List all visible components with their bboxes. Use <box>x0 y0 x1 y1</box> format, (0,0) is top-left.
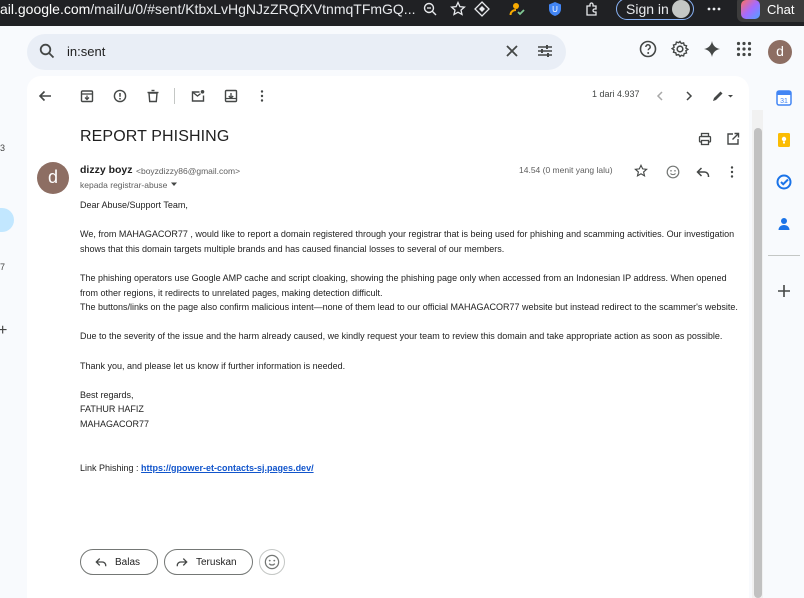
emoji-react-button[interactable] <box>259 549 285 575</box>
recipient-line[interactable]: kepada registrar-abuse <box>80 180 178 190</box>
search-bar[interactable] <box>27 34 566 70</box>
forward-button[interactable]: Teruskan <box>164 549 253 575</box>
chat-label: Chat <box>767 1 795 17</box>
url-domain: ail.google.com <box>0 1 91 17</box>
more-menu-icon[interactable] <box>706 1 722 17</box>
body-paragraph: Thank you, and please let us know if fur… <box>80 360 346 371</box>
profile-avatar-icon <box>672 0 690 18</box>
email-timestamp: 14.54 (0 menit yang lalu) <box>519 165 613 175</box>
reply-button[interactable]: Balas <box>80 549 158 575</box>
tasks-icon[interactable] <box>776 174 792 190</box>
gemini-sparkle-icon[interactable] <box>703 40 721 63</box>
sender-name[interactable]: dizzy boyz <box>80 164 133 176</box>
body-paragraph: Due to the severity of the issue and the… <box>80 331 723 342</box>
nav-active-item[interactable] <box>0 208 14 232</box>
apps-grid-icon[interactable] <box>735 40 753 63</box>
message-more-icon[interactable] <box>724 164 740 180</box>
sign-in-button[interactable]: Sign in <box>616 0 694 20</box>
star-icon[interactable] <box>633 163 649 179</box>
body-paragraph: The phishing operators use Google AMP ca… <box>80 272 727 298</box>
sender-avatar[interactable]: d <box>37 162 69 194</box>
emoji-icon <box>264 554 280 570</box>
reply-icon <box>95 558 107 567</box>
account-avatar[interactable]: d <box>768 40 792 64</box>
archive-icon[interactable] <box>79 88 95 104</box>
settings-gear-icon[interactable] <box>670 40 690 63</box>
nav-count: 3 <box>0 143 6 153</box>
copilot-logo-icon <box>741 0 760 19</box>
bookmark-star-icon[interactable] <box>450 1 466 17</box>
body-paragraph: The buttons/links on the page also confi… <box>80 302 738 313</box>
search-icon[interactable] <box>39 43 55 64</box>
browser-toolbar: ail.google.com/mail/u/0/#sent/KtbxLvHgNJ… <box>0 0 804 26</box>
reply-arrow-icon[interactable] <box>695 164 711 180</box>
move-to-icon[interactable] <box>223 88 239 104</box>
address-bar[interactable]: ail.google.com/mail/u/0/#sent/KtbxLvHgNJ… <box>0 1 415 17</box>
print-icon[interactable] <box>697 131 713 147</box>
email-subject: REPORT PHISHING <box>80 128 230 145</box>
phishing-link-line: Link Phishing : https://gpower-et-contac… <box>80 461 744 476</box>
clear-search-icon[interactable] <box>504 43 520 64</box>
phishing-link[interactable]: https://gpower-et-contacts-sj.pages.dev/ <box>141 463 314 473</box>
recipient-label: kepada registrar-abuse <box>80 180 168 190</box>
back-arrow-icon[interactable] <box>37 88 53 104</box>
search-input[interactable] <box>67 44 487 59</box>
svg-text:31: 31 <box>780 98 788 105</box>
mark-unread-icon[interactable] <box>190 88 206 104</box>
sender-email: <boyzdizzy86@gmail.com> <box>136 166 241 176</box>
zoom-icon[interactable] <box>422 1 438 17</box>
emoji-reaction-icon[interactable] <box>665 164 681 180</box>
sign-in-label: Sign in <box>626 1 669 17</box>
scrollbar-thumb[interactable] <box>754 128 762 598</box>
toolbar-divider <box>174 88 175 104</box>
extensions-puzzle-icon[interactable] <box>584 1 600 17</box>
search-options-icon[interactable] <box>537 43 553 64</box>
newer-chevron-left-icon[interactable] <box>652 88 668 104</box>
email-body: Dear Abuse/Support Team, We, from MAHAGA… <box>80 198 744 475</box>
keep-notes-icon[interactable] <box>776 132 792 148</box>
email-view: 1 dari 4.937 REPORT PHISHING d dizzy boy… <box>27 76 749 598</box>
reply-label: Balas <box>115 556 141 568</box>
profile-check-icon[interactable] <box>509 1 525 17</box>
body-greeting: Dear Abuse/Support Team, <box>80 200 188 210</box>
svg-text:U: U <box>552 5 558 14</box>
add-label-icon[interactable]: + <box>0 322 7 340</box>
extension-diamond-icon[interactable] <box>474 1 490 17</box>
nav-count: 7 <box>0 262 6 272</box>
forward-icon <box>176 558 188 567</box>
help-icon[interactable] <box>639 40 657 63</box>
message-count: 1 dari 4.937 <box>592 89 640 99</box>
more-options-icon[interactable] <box>254 88 270 104</box>
open-new-window-icon[interactable] <box>725 131 741 147</box>
expand-details-icon[interactable] <box>170 180 178 188</box>
signature-line: MAHAGACOR77 <box>80 418 150 429</box>
forward-label: Teruskan <box>196 556 237 568</box>
delete-trash-icon[interactable] <box>145 88 161 104</box>
signature-line: FATHUR HAFIZ <box>80 404 144 415</box>
link-label: Link Phishing : <box>80 462 142 473</box>
signature-line: Best regards, <box>80 389 134 400</box>
body-paragraph: We, from MAHAGACOR77 , would like to rep… <box>80 229 735 254</box>
report-spam-icon[interactable] <box>112 88 128 104</box>
older-chevron-right-icon[interactable] <box>681 88 697 104</box>
url-path: /mail/u/0/#sent/KtbxLvHgNJzZRQfXVtnmqTFm… <box>90 1 416 17</box>
add-addon-icon[interactable] <box>776 283 792 299</box>
contacts-icon[interactable] <box>776 216 792 232</box>
input-tools-pen-icon[interactable] <box>710 88 736 104</box>
side-panel-divider <box>768 255 800 256</box>
chat-button[interactable]: Chat <box>737 0 804 22</box>
shield-extension-icon[interactable]: U <box>547 1 563 17</box>
calendar-icon[interactable]: 31 <box>776 90 792 106</box>
